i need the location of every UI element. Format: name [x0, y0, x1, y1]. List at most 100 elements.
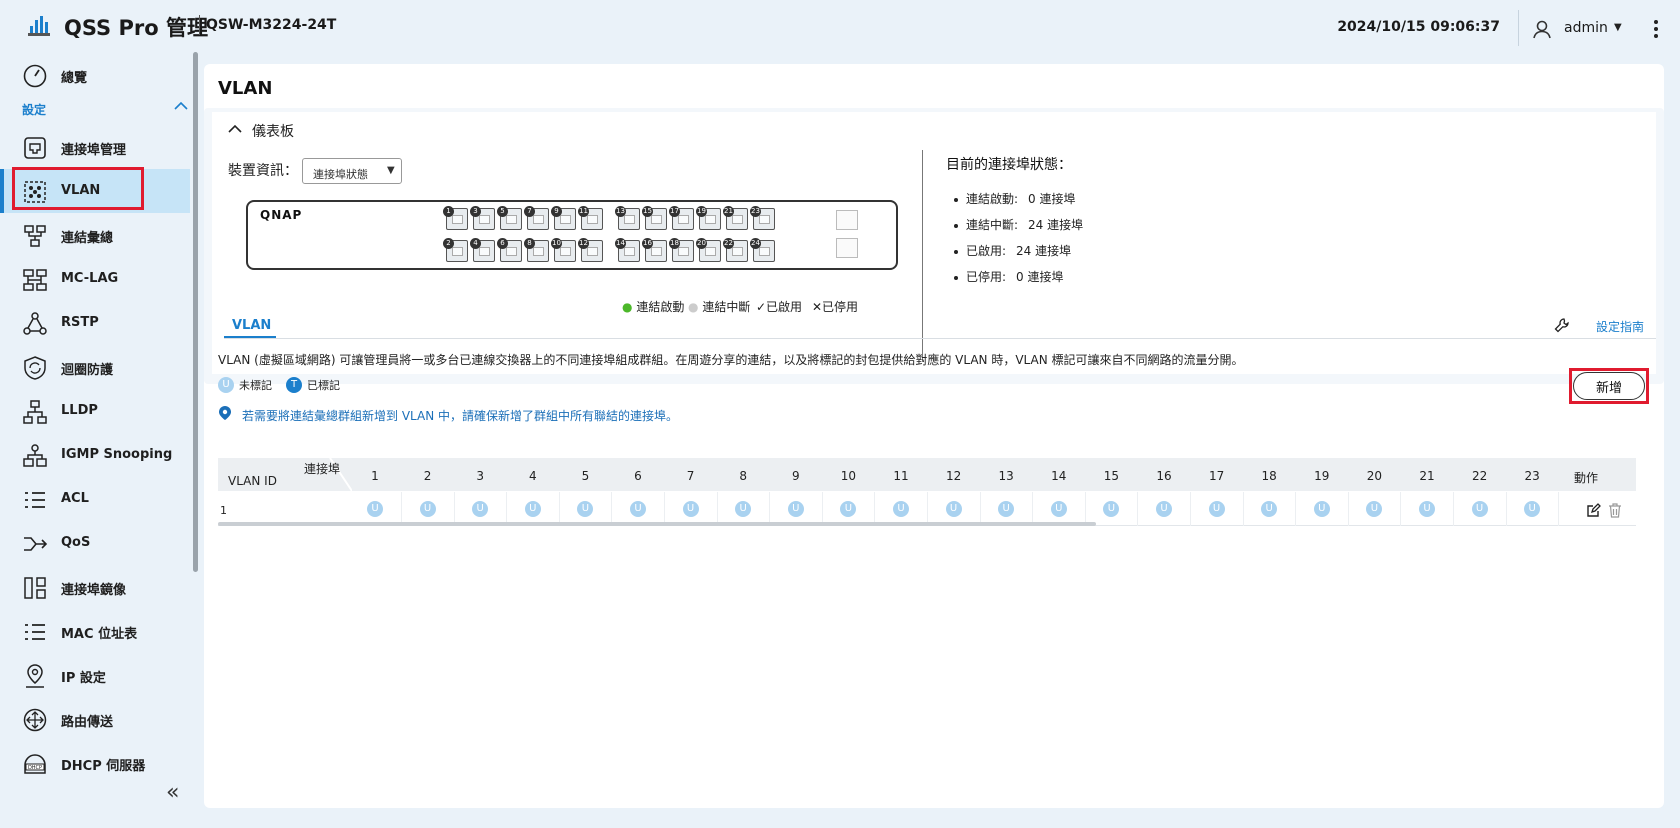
- column-port-number: 21: [1419, 469, 1435, 483]
- sidebar-item-rstp[interactable]: RSTP: [0, 301, 190, 345]
- wrench-icon[interactable]: [1554, 317, 1570, 333]
- switch-port[interactable]: 24: [750, 238, 775, 262]
- link-up-dot-icon: ●: [622, 300, 633, 314]
- untagged-badge[interactable]: U: [524, 501, 541, 517]
- chevron-up-icon[interactable]: [228, 124, 242, 134]
- sidebar-item-ip-settings[interactable]: IP 設定: [0, 653, 190, 697]
- switch-port[interactable]: 20: [696, 238, 721, 262]
- switch-port[interactable]: 16: [642, 238, 667, 262]
- device-info-select[interactable]: 連接埠狀態 ▼: [302, 158, 402, 184]
- untagged-badge[interactable]: U: [893, 501, 909, 517]
- untagged-badge[interactable]: U: [945, 501, 962, 517]
- port-number: 18: [669, 238, 680, 249]
- switch-port[interactable]: 5: [497, 206, 522, 230]
- more-options-icon[interactable]: [1652, 18, 1660, 40]
- sidebar-item-lldp[interactable]: LLDP: [0, 389, 190, 433]
- sidebar-item-link-aggregation[interactable]: 連結彙總: [0, 213, 190, 257]
- sidebar-item-dhcp-server[interactable]: DHCP DHCP 伺服器: [0, 741, 190, 785]
- sidebar-scrollbar[interactable]: [193, 52, 198, 572]
- untagged-badge[interactable]: U: [1208, 501, 1225, 517]
- legend-untagged-label: 未標記: [239, 379, 272, 392]
- sidebar-item-igmp-snooping[interactable]: IGMP Snooping: [0, 433, 190, 477]
- column-port-number: 15: [1103, 469, 1120, 483]
- port-number: 24: [750, 238, 761, 249]
- tab-vlan[interactable]: VLAN: [232, 318, 271, 333]
- info-pin-icon: [219, 406, 231, 420]
- cell-divider: [927, 492, 928, 526]
- switch-port[interactable]: 23: [750, 206, 775, 230]
- port-number: 10: [551, 238, 562, 249]
- port-number: 15: [642, 206, 653, 217]
- switch-port[interactable]: 6: [497, 238, 522, 262]
- app-title: QSS Pro 管理: [64, 16, 208, 40]
- sidebar-item-overview[interactable]: 總覽: [0, 53, 190, 97]
- highlight-box: [12, 167, 144, 210]
- sidebar-item-routing[interactable]: 路由傳送: [0, 697, 190, 741]
- switch-port[interactable]: 3: [470, 206, 495, 230]
- switch-port[interactable]: 10: [551, 238, 576, 262]
- cell-divider: [1558, 492, 1560, 526]
- sidebar-item-mac-table[interactable]: MAC 位址表: [0, 609, 190, 653]
- switch-port[interactable]: 19: [696, 206, 721, 230]
- chevron-up-icon[interactable]: [174, 101, 188, 111]
- switch-port[interactable]: 14: [615, 238, 640, 262]
- switch-port[interactable]: 22: [723, 238, 748, 262]
- untagged-badge[interactable]: U: [1156, 501, 1172, 517]
- untagged-badge[interactable]: U: [787, 501, 804, 517]
- cell-divider: [1032, 492, 1034, 526]
- sidebar-item-port-management[interactable]: 連接埠管理: [0, 125, 190, 169]
- collapse-sidebar-icon[interactable]: «: [166, 780, 179, 805]
- sidebar-item-qos[interactable]: QoS: [0, 521, 190, 565]
- untagged-badge[interactable]: U: [630, 501, 646, 517]
- column-port-number: 20: [1366, 469, 1383, 483]
- untagged-badge[interactable]: U: [1313, 501, 1330, 517]
- untagged-badge[interactable]: U: [682, 501, 699, 517]
- switch-port[interactable]: 2: [443, 238, 468, 262]
- untagged-badge[interactable]: U: [367, 501, 383, 517]
- user-icon[interactable]: [1532, 19, 1552, 39]
- untagged-badge[interactable]: U: [1471, 501, 1488, 517]
- port-number: 22: [723, 238, 734, 249]
- untagged-badge[interactable]: U: [1050, 501, 1067, 517]
- chevron-down-icon[interactable]: ▼: [1614, 22, 1622, 33]
- switch-port[interactable]: 1: [443, 206, 468, 230]
- sidebar-item-acl[interactable]: ACL: [0, 477, 190, 521]
- top-bar: QSS Pro 管理 QSW-M3224-24T 2024/10/15 09:0…: [0, 0, 1680, 56]
- sidebar-item-label: ACL: [61, 491, 89, 506]
- table-horizontal-scrollbar[interactable]: [218, 522, 1096, 526]
- cell-divider: [611, 492, 613, 526]
- switch-port[interactable]: 13: [615, 206, 640, 230]
- legend-link-up-label: 連結啟動: [636, 300, 685, 314]
- dashboard-toggle[interactable]: 儀表板: [252, 121, 294, 141]
- legend-link-up: ● 連結啟動: [622, 298, 684, 315]
- column-action: 動作: [1574, 471, 1599, 485]
- switch-port[interactable]: 15: [642, 206, 667, 230]
- setup-guide-link[interactable]: 設定指南: [1596, 318, 1644, 335]
- sidebar-item-loop-protection[interactable]: 迴圈防護: [0, 345, 190, 389]
- add-vlan-button[interactable]: 新增: [1573, 372, 1645, 400]
- column-port-number: 4: [528, 469, 537, 483]
- legend-disabled: ✕已停用: [812, 300, 859, 314]
- switch-port[interactable]: 7: [524, 206, 549, 230]
- switch-port[interactable]: 18: [669, 238, 694, 262]
- switch-port[interactable]: 11: [578, 206, 603, 230]
- switch-port[interactable]: 17: [669, 206, 694, 230]
- switch-port[interactable]: 4: [470, 238, 495, 262]
- trash-icon[interactable]: [1608, 503, 1622, 518]
- sidebar-item-mc-lag[interactable]: MC-LAG: [0, 257, 190, 301]
- main-content: VLAN 儀表板 裝置資訊： 連接埠狀態 ▼ QNAP 1 3 5 7 9 11 13 15 1…: [204, 64, 1664, 808]
- switch-port[interactable]: 8: [524, 238, 549, 262]
- sidebar-section-settings[interactable]: 設定: [22, 101, 46, 118]
- untagged-badge[interactable]: U: [1419, 501, 1435, 517]
- column-port-number: 16: [1156, 469, 1172, 483]
- port-number: 23: [750, 206, 761, 217]
- column-port-number: 8: [739, 469, 747, 483]
- user-menu[interactable]: admin: [1564, 20, 1608, 36]
- switch-port[interactable]: 21: [723, 206, 748, 230]
- untagged-badge[interactable]: U: [419, 501, 436, 517]
- switch-port[interactable]: 12: [578, 238, 603, 262]
- sidebar-item-port-mirroring[interactable]: 連接埠鏡像: [0, 565, 190, 609]
- switch-port[interactable]: 9: [551, 206, 576, 230]
- port-number: 5: [497, 206, 508, 217]
- edit-icon[interactable]: [1586, 503, 1601, 518]
